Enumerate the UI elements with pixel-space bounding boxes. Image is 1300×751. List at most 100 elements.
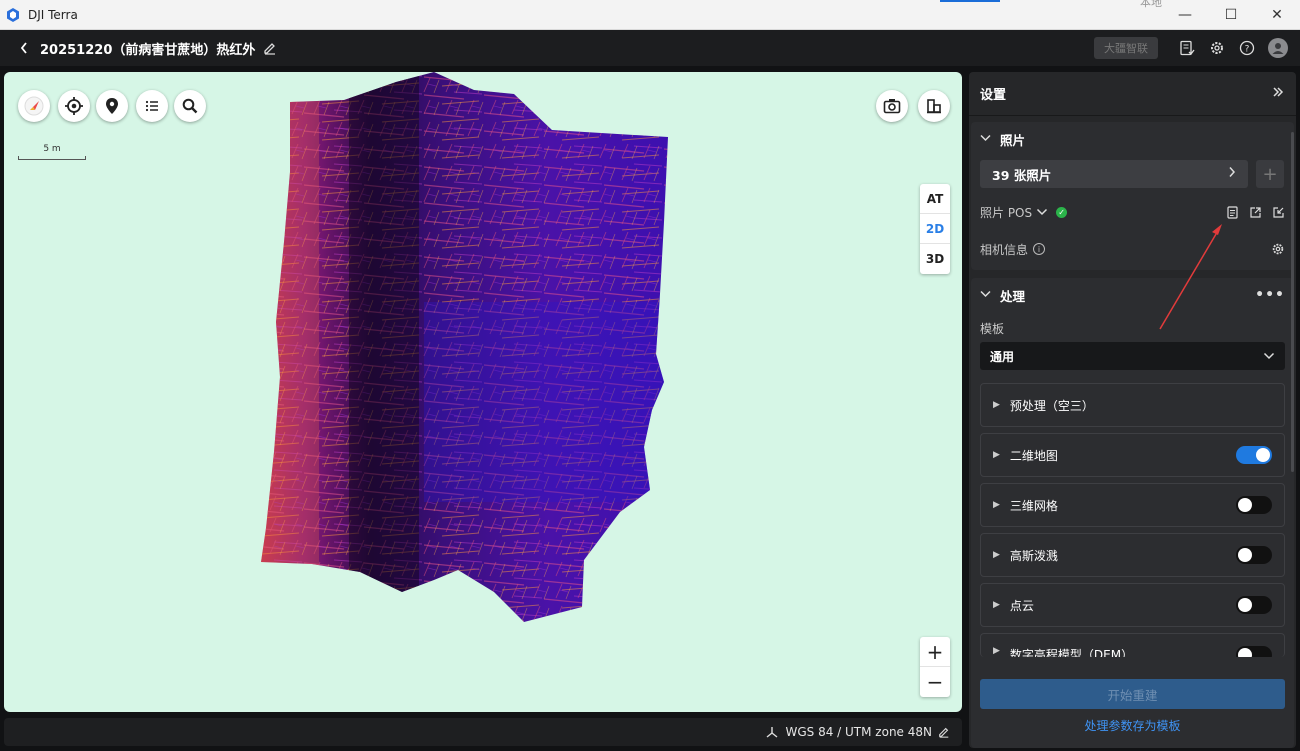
camera-info-row: 相机信息 i <box>980 239 1285 259</box>
step-2d-map[interactable]: ▶ 二维地图 <box>980 433 1285 477</box>
app-title: DJI Terra <box>28 7 78 22</box>
layer-list-button[interactable] <box>136 90 168 122</box>
step-label: 数字高程模型（DEM） <box>1009 648 1134 657</box>
photo-count-label: 39 张照片 <box>992 167 1052 183</box>
chevron-down-icon <box>980 134 992 145</box>
chevron-left-icon <box>20 42 27 54</box>
toggle-gaussian-splatting[interactable] <box>1236 546 1272 564</box>
expand-triangle-icon: ▶ <box>993 450 1000 460</box>
project-title: 20251220（前病害甘蔗地）热红外 <box>40 42 256 58</box>
step-label: 预处理（空三） <box>1009 398 1094 413</box>
map-search-button[interactable] <box>174 90 206 122</box>
step-label: 高斯泼溅 <box>1009 548 1058 563</box>
template-select[interactable]: 通用 <box>980 342 1285 370</box>
ghost-tab-label: 本地 <box>1140 0 1162 9</box>
template-label: 模板 <box>980 322 1005 336</box>
chevron-down-icon <box>980 290 992 301</box>
edit-crs-pencil-icon[interactable] <box>938 726 950 738</box>
user-avatar-icon[interactable] <box>1268 38 1288 58</box>
screenshot-button[interactable] <box>876 90 908 122</box>
settings-gear-icon[interactable] <box>1208 39 1226 57</box>
building-icon <box>927 99 941 114</box>
more-options-icon[interactable]: ••• <box>1255 287 1285 303</box>
expand-triangle-icon: ▶ <box>993 646 1000 656</box>
toggle-point-cloud[interactable] <box>1236 596 1272 614</box>
scale-label: 5 m <box>43 144 61 154</box>
step-gaussian-splatting[interactable]: ▶ 高斯泼溅 <box>980 533 1285 577</box>
map-pin-icon <box>106 98 118 114</box>
list-icon <box>145 100 158 112</box>
back-button[interactable] <box>14 38 34 58</box>
process-section-header[interactable]: 处理 ••• <box>971 278 1294 312</box>
toggle-2d-map[interactable] <box>1236 446 1272 464</box>
map-pin-button[interactable] <box>96 90 128 122</box>
window-titlebar: DJI Terra 本地 — ☐ ✕ <box>0 0 1300 30</box>
view-mode-2d[interactable]: 2D <box>920 214 950 244</box>
compass-navigation-button[interactable] <box>18 90 50 122</box>
view-mode-at[interactable]: AT <box>920 184 950 214</box>
photo-count-button[interactable]: 39 张照片 <box>980 160 1248 188</box>
start-reconstruction-button[interactable]: 开始重建 <box>980 679 1285 709</box>
save-template-link[interactable]: 处理参数存为模板 <box>980 717 1285 734</box>
map-scale-bar: 5 m <box>18 144 86 160</box>
expand-triangle-icon: ▶ <box>993 500 1000 510</box>
collapse-panel-icon[interactable] <box>1271 85 1285 103</box>
zoom-control: + − <box>920 637 950 697</box>
pos-export-icon[interactable] <box>1249 206 1262 219</box>
step-point-cloud[interactable]: ▶ 点云 <box>980 583 1285 627</box>
process-section-title: 处理 <box>1000 288 1026 304</box>
view-mode-toggle: AT 2D 3D <box>920 184 950 274</box>
zoom-in-button[interactable]: + <box>920 637 950 667</box>
close-window-button[interactable]: ✕ <box>1254 0 1300 30</box>
locate-button[interactable] <box>58 90 90 122</box>
step-dem[interactable]: ▶ 数字高程模型（DEM） <box>980 633 1285 657</box>
basemap-button[interactable] <box>918 90 950 122</box>
toggle-dem[interactable] <box>1236 646 1272 657</box>
view-mode-3d[interactable]: 3D <box>920 244 950 274</box>
help-icon[interactable]: ? <box>1238 39 1256 57</box>
chevron-right-icon <box>1228 166 1236 182</box>
pos-status-check-icon: ✓ <box>1056 206 1068 218</box>
pos-import-icon[interactable] <box>1272 206 1285 219</box>
camera-icon <box>883 99 901 114</box>
photos-section-header[interactable]: 照片 <box>971 122 1294 156</box>
compass-icon <box>24 96 44 116</box>
task-list-icon[interactable] <box>1178 39 1196 57</box>
add-photos-button[interactable]: + <box>1256 160 1284 188</box>
camera-info-label: 相机信息 <box>980 242 1029 257</box>
info-icon[interactable]: i <box>1033 243 1046 255</box>
step-aerotriangulation[interactable]: ▶ 预处理（空三） <box>980 383 1285 427</box>
pos-document-icon[interactable] <box>1226 205 1239 219</box>
edit-title-pencil-icon[interactable] <box>263 41 277 55</box>
expand-triangle-icon: ▶ <box>993 600 1000 610</box>
toggle-3d-mesh[interactable] <box>1236 496 1272 514</box>
dji-terra-logo-icon <box>7 7 19 22</box>
panel-scrollbar[interactable] <box>1291 132 1294 472</box>
photo-pos-label[interactable]: 照片 POS <box>980 204 1032 221</box>
app-header: 20251220（前病害甘蔗地）热红外 大疆智联 ? <box>0 30 1300 66</box>
svg-text:?: ? <box>1245 45 1250 55</box>
active-tab-indicator <box>940 0 1000 2</box>
step-label: 点云 <box>1009 598 1034 613</box>
scale-bar-line <box>18 156 86 160</box>
camera-settings-gear-icon[interactable] <box>1271 242 1285 256</box>
minimize-button[interactable]: — <box>1162 0 1208 30</box>
search-icon <box>182 98 198 114</box>
photos-section: 照片 39 张照片 + 照片 POS ✓ 相机信息 i <box>971 122 1294 270</box>
expand-triangle-icon: ▶ <box>993 550 1000 560</box>
crs-label: WGS 84 / UTM zone 48N <box>785 725 932 739</box>
chevron-down-icon <box>1263 349 1275 363</box>
zoom-out-button[interactable]: − <box>920 667 950 697</box>
settings-panel-title: 设置 <box>980 88 1007 103</box>
step-label: 三维网格 <box>1009 498 1058 513</box>
pos-dropdown-chevron-icon[interactable] <box>1036 208 1048 216</box>
maximize-button[interactable]: ☐ <box>1208 0 1254 30</box>
expand-triangle-icon: ▶ <box>993 400 1000 410</box>
map-view[interactable]: 5 m AT 2D 3D + − <box>4 72 962 712</box>
template-value: 通用 <box>990 349 1015 364</box>
coordinate-system-icon <box>767 727 778 738</box>
dji-link-button[interactable]: 大疆智联 <box>1094 37 1158 59</box>
photo-pos-row: 照片 POS ✓ <box>980 202 1285 222</box>
step-3d-mesh[interactable]: ▶ 三维网格 <box>980 483 1285 527</box>
photos-section-title: 照片 <box>1000 132 1026 148</box>
